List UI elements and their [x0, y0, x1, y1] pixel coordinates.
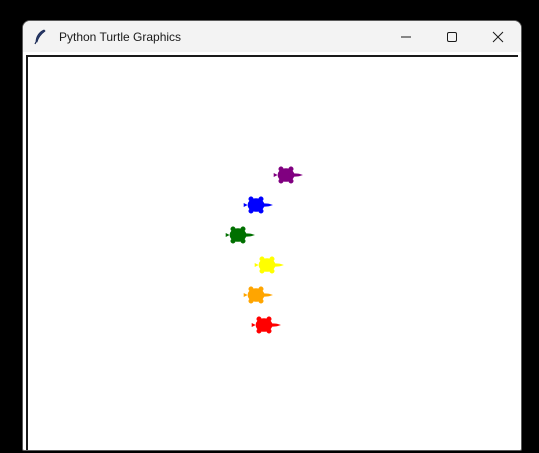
turtle-green [225, 226, 255, 244]
turtle-canvas[interactable] [28, 57, 518, 450]
minimize-button[interactable] [383, 21, 429, 52]
maximize-button[interactable] [429, 21, 475, 52]
window-title: Python Turtle Graphics [59, 29, 182, 44]
turtle-blue [243, 196, 273, 214]
minimize-icon [401, 36, 411, 37]
title-bar[interactable]: Python Turtle Graphics [23, 21, 521, 52]
window-controls [383, 21, 521, 52]
maximize-icon [447, 31, 457, 42]
turtle-purple [273, 166, 303, 184]
turtle-red [251, 316, 281, 334]
turtle-yellow [254, 256, 284, 274]
turtle-canvas-frame [26, 55, 518, 450]
turtle-window: Python Turtle Graphics [22, 20, 522, 451]
close-button[interactable] [475, 21, 521, 52]
feather-icon [32, 29, 48, 45]
close-icon [492, 31, 504, 42]
turtle-orange [243, 286, 273, 304]
